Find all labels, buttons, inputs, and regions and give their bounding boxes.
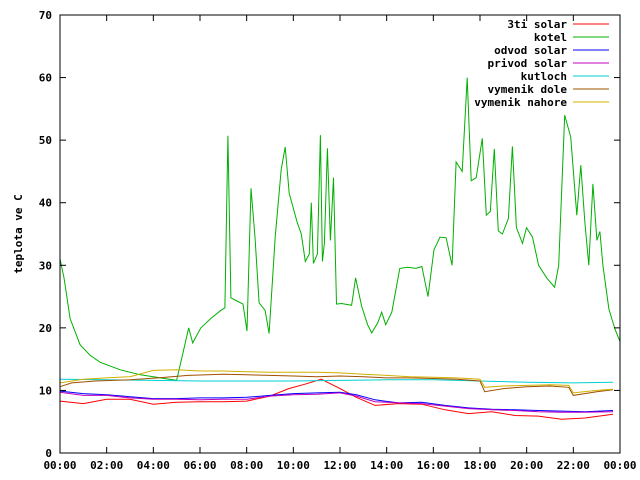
legend: 3ti solarkotelodvod solarprivod solarkut… [474,18,609,109]
x-tick-label: 04:00 [137,459,170,472]
legend-label: vymenik nahore [474,96,567,109]
x-tick-label: 10:00 [277,459,310,472]
y-tick-label: 40 [39,197,52,210]
x-tick-label: 18:00 [463,459,496,472]
legend-label: vymenik dole [488,83,568,96]
x-tick-label: 20:00 [510,459,543,472]
temperature-line-chart: 01020304050607000:00 02:00 04:00 06:00 08:00… [12,9,637,472]
legend-label: privod solar [488,57,568,70]
x-tick-label: 06:00 [183,459,216,472]
x-tick-label: 22:00 [557,459,590,472]
y-axis-label: teplota ve C [12,194,25,273]
legend-label: 3ti solar [507,18,567,31]
y-tick-label: 60 [39,72,52,85]
x-tick-label: 14:00 [370,459,403,472]
legend-label: odvod solar [494,44,567,57]
series-line-kutloch [59,378,614,384]
series-lines [59,77,621,420]
series-line-kotel [59,77,621,381]
y-tick-label: 50 [39,134,52,147]
x-tick-label: 02:00 [90,459,123,472]
x-tick-label: 12:00 [323,459,356,472]
y-tick-label: 20 [39,322,52,335]
legend-label: kutloch [521,70,567,83]
y-tick-label: 30 [39,259,52,272]
series-line-odvod-solar [59,390,614,413]
x-tick-label: 16:00 [417,459,450,472]
series-line-vymenik-nahore [59,369,614,394]
legend-label: kotel [534,31,567,44]
x-tick-label: 00:00 [43,459,76,472]
x-tick-label: 00:00 [603,459,636,472]
y-tick-label: 10 [39,384,52,397]
x-tick-label: 08:00 [230,459,263,472]
y-tick-label: 70 [39,9,52,22]
